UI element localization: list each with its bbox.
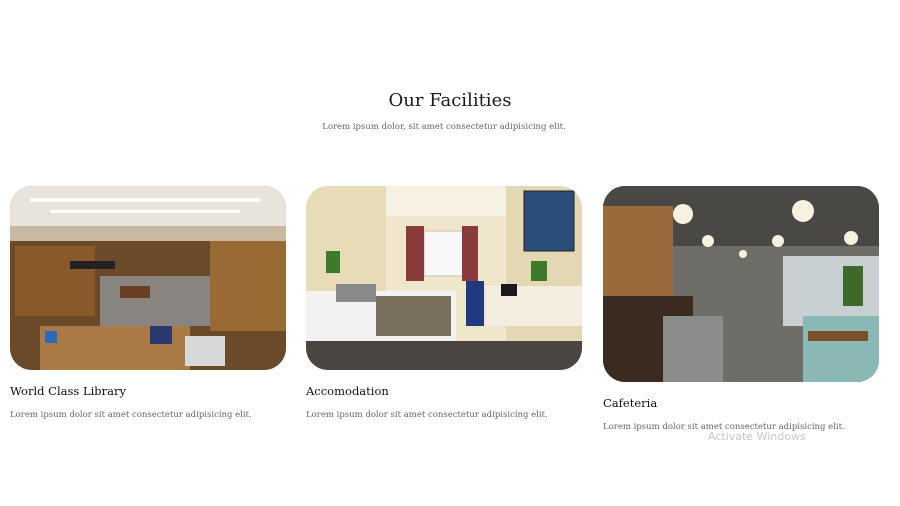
facility-card-accomodation[interactable]: Accomodation Lorem ipsum dolor sit amet …	[306, 186, 582, 420]
facility-title: Cafeteria	[603, 396, 658, 410]
facility-description: Lorem ipsum dolor sit amet consectetur a…	[306, 410, 548, 420]
library-image	[10, 186, 286, 370]
facility-card-cafeteria[interactable]: Cafeteria Lorem ipsum dolor sit amet con…	[603, 186, 879, 432]
page-title: Our Facilities	[388, 90, 512, 111]
cafeteria-image	[603, 186, 879, 382]
activate-windows-watermark: Activate Windows	[708, 430, 806, 443]
facility-card-library[interactable]: World Class Library Lorem ipsum dolor si…	[10, 186, 286, 420]
facility-title: Accomodation	[306, 384, 389, 398]
accomodation-image	[306, 186, 582, 370]
facility-description: Lorem ipsum dolor sit amet consectetur a…	[10, 410, 252, 420]
facility-title: World Class Library	[10, 384, 126, 398]
page-subtitle: Lorem ipsum dolor, sit amet consectetur …	[322, 122, 566, 132]
